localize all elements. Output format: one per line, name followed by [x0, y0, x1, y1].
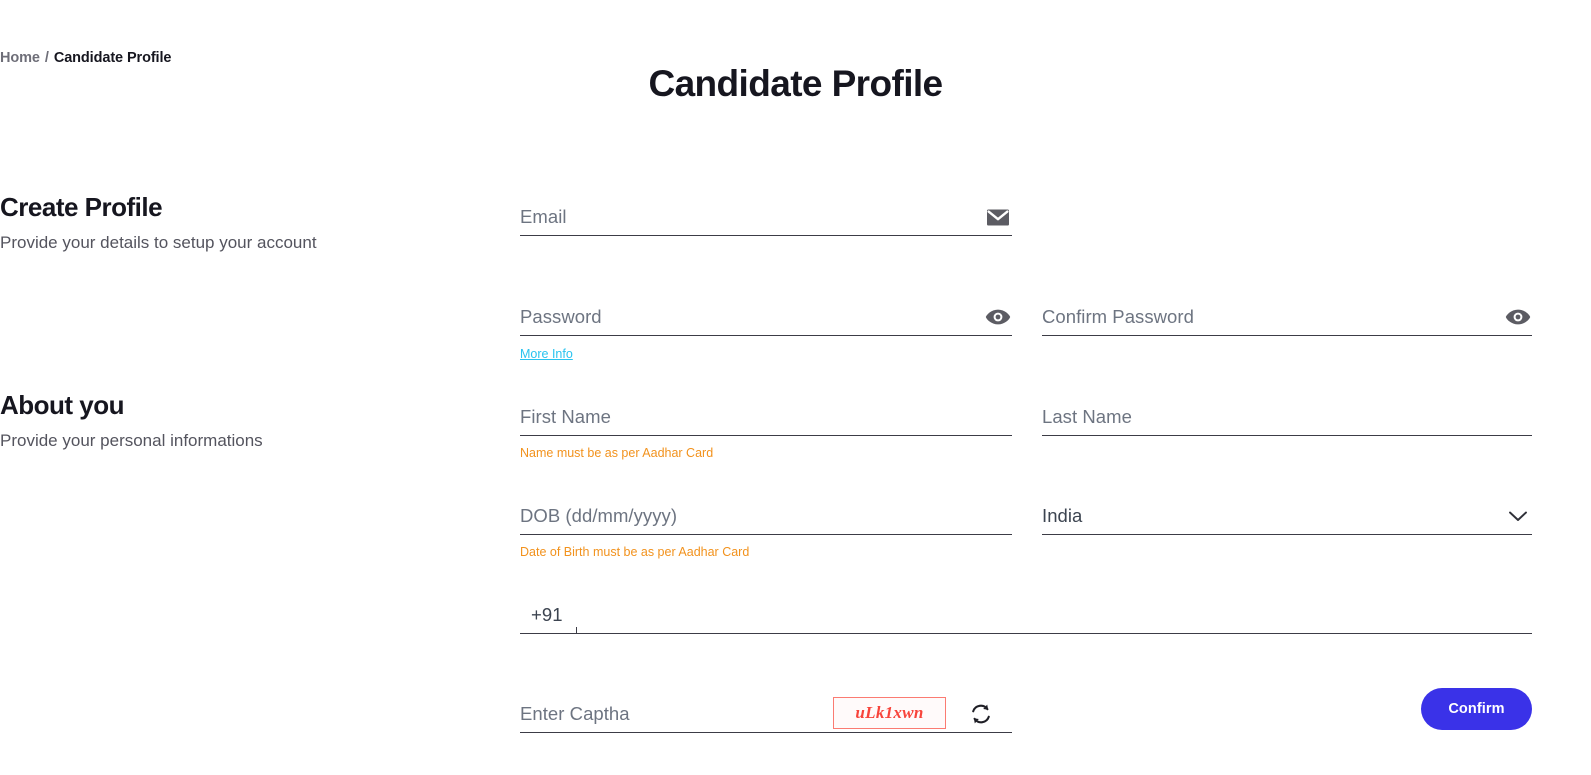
- phone-country-code: +91: [531, 604, 563, 625]
- section-create-profile: Create Profile Provide your details to s…: [0, 194, 317, 251]
- dob-label: DOB (dd/mm/yyyy): [520, 505, 678, 526]
- section-about-you-title: About you: [0, 390, 125, 420]
- refresh-icon[interactable]: [967, 700, 994, 727]
- envelope-icon: [984, 203, 1012, 231]
- password-field[interactable]: Password: [520, 296, 1012, 336]
- eye-icon[interactable]: [984, 303, 1012, 331]
- dob-field[interactable]: DOB (dd/mm/yyyy): [520, 495, 1012, 535]
- email-label: Email: [520, 206, 567, 227]
- country-selected-value: India: [1042, 505, 1083, 526]
- password-label: Password: [520, 306, 602, 327]
- eye-icon[interactable]: [1504, 303, 1532, 331]
- password-more-info-link[interactable]: More Info: [520, 347, 573, 361]
- first-name-helper-text: Name must be as per Aadhar Card: [520, 446, 714, 460]
- confirm-button[interactable]: Confirm: [1421, 688, 1532, 730]
- email-field[interactable]: Email: [520, 196, 1012, 236]
- section-create-profile-title: Create Profile: [0, 192, 163, 222]
- captcha-label: Enter Captha: [520, 703, 630, 724]
- chevron-down-icon[interactable]: [1504, 502, 1532, 530]
- captcha-field[interactable]: Enter Captha uLk1xwn: [520, 693, 1012, 733]
- section-create-profile-subtitle: Provide your details to setup your accou…: [0, 233, 317, 252]
- phone-field[interactable]: +91: [520, 594, 1532, 634]
- captcha-image: uLk1xwn: [833, 697, 946, 729]
- dob-helper-text: Date of Birth must be as per Aadhar Card: [520, 545, 750, 559]
- last-name-field[interactable]: Last Name: [1042, 396, 1532, 436]
- profile-form: Email Password More Info Confirm Passwor…: [520, 0, 1532, 775]
- last-name-label: Last Name: [1042, 406, 1132, 427]
- first-name-field[interactable]: First Name: [520, 396, 1012, 436]
- confirm-password-field[interactable]: Confirm Password: [1042, 296, 1532, 336]
- section-about-you: About you Provide your personal informat…: [0, 392, 263, 449]
- section-about-you-subtitle: Provide your personal informations: [0, 431, 263, 450]
- phone-divider: [576, 627, 577, 634]
- country-select[interactable]: India: [1042, 495, 1532, 535]
- confirm-password-label: Confirm Password: [1042, 306, 1194, 327]
- first-name-label: First Name: [520, 406, 611, 427]
